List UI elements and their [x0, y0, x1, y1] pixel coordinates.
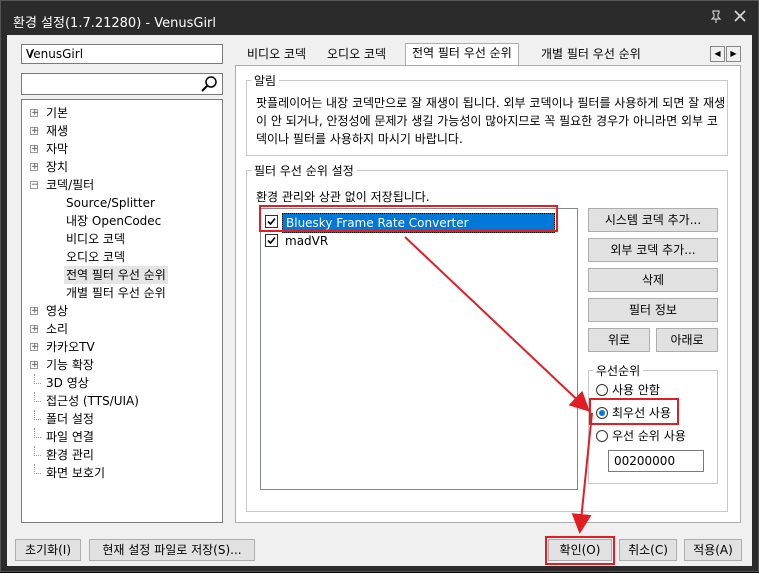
- annotation-arrows: [404, 236, 593, 534]
- arrow-to-ok: [571, 412, 593, 534]
- arrow-to-radio: [404, 236, 590, 412]
- preferences-window: 환경 설정(1.7.21280) - VenusGirl VenusGirl v…: [0, 0, 759, 572]
